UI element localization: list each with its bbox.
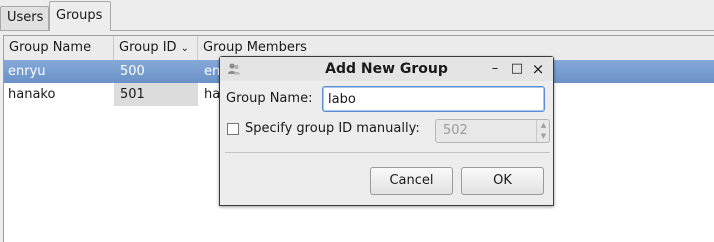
maximize-icon[interactable]: □ xyxy=(508,60,526,78)
column-header-label: Group Name xyxy=(9,40,92,55)
dialog-titlebar[interactable]: Add New Group – □ × xyxy=(220,57,553,81)
minimize-icon[interactable]: – xyxy=(486,60,504,78)
group-name-input[interactable] xyxy=(322,86,545,112)
spin-up-arrow-icon: ▲ xyxy=(536,120,550,131)
column-header-label: Group ID xyxy=(119,40,177,55)
cell-group-id: 501 xyxy=(114,83,198,106)
cell-group-id: 500 xyxy=(120,64,145,79)
group-id-spinbox: 502 ▲ ▼ xyxy=(435,119,550,143)
tab-groups[interactable]: Groups xyxy=(49,1,111,31)
cell-group-name: hanako xyxy=(8,87,56,102)
column-header-label: Group Members xyxy=(203,40,307,55)
column-header-group-name[interactable]: Group Name xyxy=(4,36,114,60)
add-new-group-dialog: Add New Group – □ × Group Name: Specify … xyxy=(219,56,554,206)
specify-group-id-checkbox[interactable] xyxy=(227,123,239,135)
group-id-value: 502 xyxy=(443,123,468,138)
spin-down-arrow-icon: ▼ xyxy=(536,131,550,142)
dialog-separator xyxy=(225,152,550,153)
specify-group-id-label[interactable]: Specify group ID manually: xyxy=(245,121,420,136)
column-header-group-id[interactable]: Group ID ⌄ xyxy=(114,36,198,60)
tab-bar: Users Groups xyxy=(0,0,714,31)
sort-chevron-down-icon: ⌄ xyxy=(180,43,189,54)
ok-button[interactable]: OK xyxy=(461,167,544,195)
cancel-button[interactable]: Cancel xyxy=(370,167,453,195)
group-name-label: Group Name: xyxy=(226,91,313,106)
close-icon[interactable]: × xyxy=(529,60,547,78)
tab-users[interactable]: Users xyxy=(0,6,49,30)
cell-group-name: enryu xyxy=(8,64,46,79)
